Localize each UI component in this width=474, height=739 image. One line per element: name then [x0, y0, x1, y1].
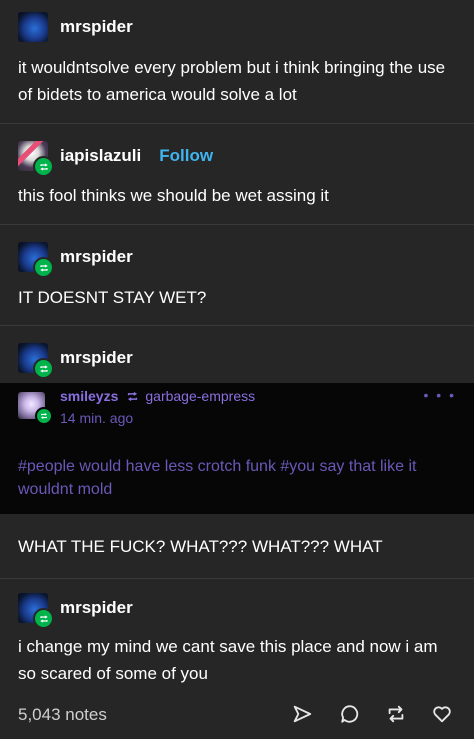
avatar[interactable]	[18, 593, 54, 629]
reply-icon[interactable]	[338, 702, 362, 726]
post-5: WHAT THE FUCK? WHAT??? WHAT??? WHAT	[0, 514, 474, 579]
timestamp: 14 min. ago	[60, 410, 134, 426]
username[interactable]: mrspider	[60, 247, 133, 267]
post-header: mrspider	[18, 343, 133, 379]
post-text: WHAT THE FUCK? WHAT??? WHAT??? WHAT	[18, 537, 383, 556]
post-3: mrspider IT DOESNT STAY WET?	[0, 225, 474, 326]
share-icon[interactable]	[290, 702, 314, 726]
username[interactable]: mrspider	[60, 17, 133, 37]
post-text: it wouldntsolve every problem but i thin…	[18, 58, 446, 104]
reblog-button-icon[interactable]	[384, 702, 408, 726]
reblog-icon	[126, 390, 139, 403]
reblog-icon	[33, 358, 54, 379]
post-header: mrspider	[18, 12, 133, 42]
reblog-icon	[33, 608, 54, 629]
follow-button[interactable]: Follow	[159, 146, 213, 166]
avatar[interactable]	[18, 343, 54, 379]
post-header: mrspider	[18, 593, 133, 629]
post-header: iapislazuli Follow	[18, 141, 213, 177]
more-icon[interactable]: • • •	[424, 387, 456, 403]
post-header: mrspider	[18, 242, 133, 278]
like-icon[interactable]	[430, 702, 454, 726]
embedded-post: smileyzs garbage-empress 14 min. ago • •…	[0, 383, 474, 514]
post-2: iapislazuli Follow this fool thinks we s…	[0, 124, 474, 225]
post-1: mrspider it wouldntsolve every problem b…	[0, 0, 474, 124]
post-text: IT DOESNT STAY WET?	[18, 288, 207, 307]
username[interactable]: mrspider	[60, 348, 133, 368]
post-4: mrspider	[0, 326, 474, 384]
tags[interactable]: #people would have less crotch funk #you…	[18, 455, 448, 501]
reblog-icon	[35, 407, 53, 425]
username[interactable]: mrspider	[60, 598, 133, 618]
reblog-icon	[33, 257, 54, 278]
notes-count[interactable]: 5,043 notes	[18, 705, 107, 725]
reblogged-from[interactable]: garbage-empress	[145, 388, 255, 404]
embed-username[interactable]: smileyzs	[60, 388, 118, 404]
post-6: mrspider i change my mind we cant save t…	[0, 579, 474, 690]
post-text: this fool thinks we should be wet assing…	[18, 186, 329, 205]
reblog-icon	[33, 156, 54, 177]
avatar[interactable]	[18, 242, 54, 278]
embed-header: smileyzs garbage-empress	[60, 388, 255, 404]
post-text: i change my mind we cant save this place…	[18, 637, 438, 683]
avatar[interactable]	[18, 141, 54, 177]
username[interactable]: iapislazuli	[60, 146, 141, 166]
post-footer: 5,043 notes	[0, 690, 474, 739]
avatar[interactable]	[18, 12, 48, 42]
